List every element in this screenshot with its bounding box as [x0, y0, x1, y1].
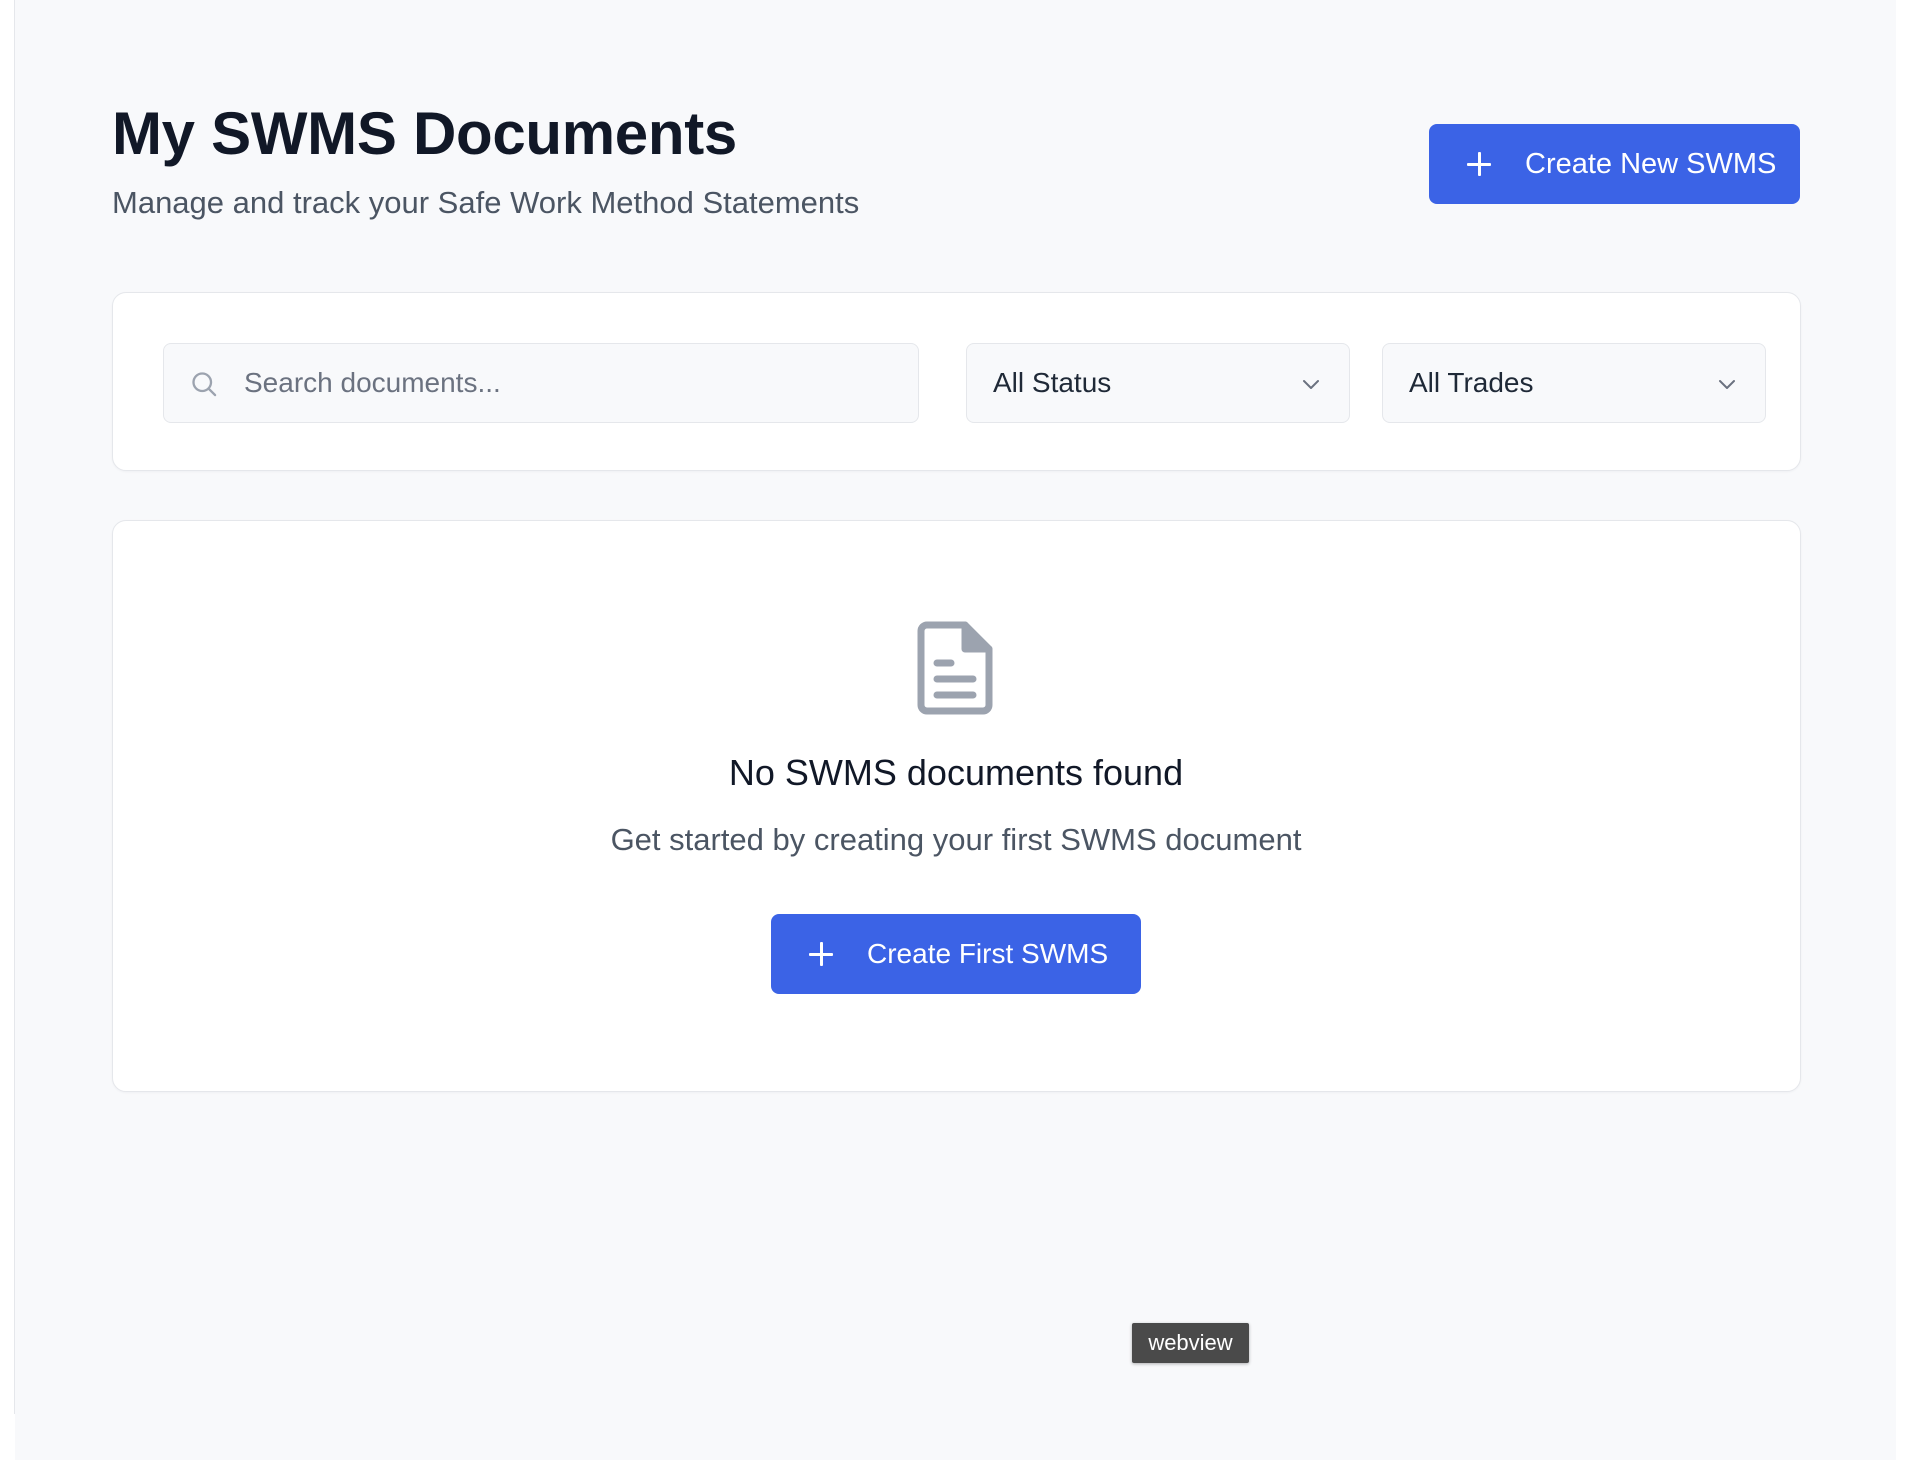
- search-field[interactable]: [163, 343, 919, 423]
- search-input[interactable]: [244, 344, 904, 421]
- webview-tooltip: webview: [1132, 1323, 1249, 1363]
- trades-filter-select[interactable]: All Trades: [1382, 343, 1766, 423]
- plus-icon: [809, 942, 833, 966]
- trades-filter-value: All Trades: [1409, 367, 1534, 398]
- status-filter-select[interactable]: All Status: [966, 343, 1350, 423]
- plus-icon: [1467, 152, 1491, 176]
- create-first-swms-label: Create First SWMS: [867, 938, 1109, 969]
- create-new-swms-button[interactable]: Create New SWMS: [1429, 124, 1800, 204]
- create-new-swms-label: Create New SWMS: [1525, 147, 1777, 180]
- empty-state-message: Get started by creating your first SWMS …: [610, 822, 1302, 857]
- page-title: My SWMS Documents: [112, 100, 737, 167]
- right-window-edge: [1896, 0, 1910, 1460]
- file-text-icon: [917, 621, 993, 715]
- main-content: My SWMS Documents Manage and track your …: [15, 0, 1896, 1460]
- page-subtitle: Manage and track your Safe Work Method S…: [112, 185, 860, 220]
- filter-bar: All Status All Trades: [112, 292, 1801, 471]
- search-icon: [192, 372, 217, 397]
- status-filter-value: All Status: [993, 367, 1112, 398]
- create-first-swms-button[interactable]: Create First SWMS: [771, 914, 1141, 994]
- chevron-down-icon: [1303, 380, 1319, 389]
- chevron-down-icon: [1719, 380, 1735, 389]
- empty-state-card: No SWMS documents found Get started by c…: [112, 520, 1801, 1092]
- empty-state-title: No SWMS documents found: [728, 752, 1184, 793]
- left-panel-edge: [0, 0, 15, 1414]
